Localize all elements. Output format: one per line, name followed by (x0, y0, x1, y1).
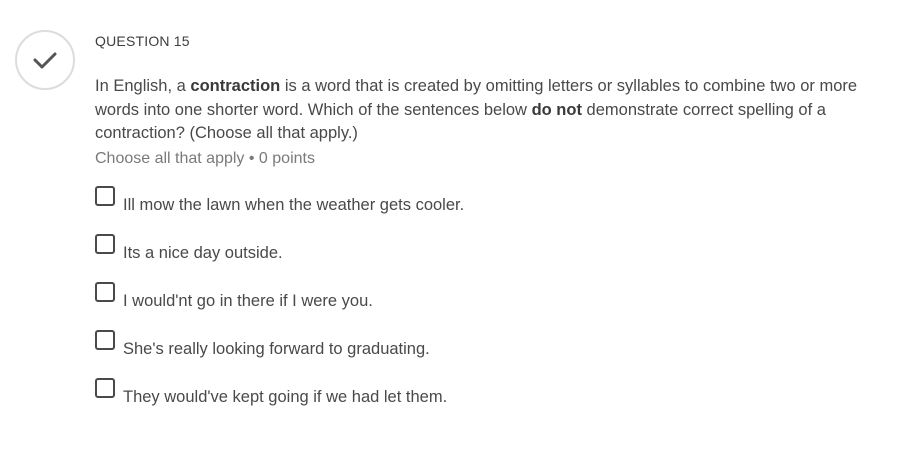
answer-checkbox[interactable] (95, 378, 115, 398)
answer-label[interactable]: Its a nice day outside. (123, 244, 283, 263)
checkmark-icon (33, 52, 57, 69)
answer-label[interactable]: Ill mow the lawn when the weather gets c… (123, 196, 464, 215)
answer-label[interactable]: I would'nt go in there if I were you. (123, 292, 373, 311)
question-card: QUESTION 15 In English, a contraction is… (0, 0, 907, 452)
answer-checkbox[interactable] (95, 186, 115, 206)
prompt-bold-term: contraction (190, 77, 281, 95)
prompt-text-1: In English, a (95, 77, 191, 95)
prompt-bold-negation: do not (531, 100, 582, 119)
answer-checkbox[interactable] (95, 330, 115, 350)
question-prompt: In English, a contraction is a word that… (95, 75, 885, 146)
question-meta: Choose all that apply • 0 points (95, 150, 315, 167)
answer-checkbox[interactable] (95, 234, 115, 254)
answer-label[interactable]: She's really looking forward to graduati… (123, 340, 430, 359)
answer-checkbox[interactable] (95, 282, 115, 302)
answer-label[interactable]: They would've kept going if we had let t… (123, 388, 447, 407)
question-status-indicator (15, 30, 75, 90)
question-number: QUESTION 15 (95, 33, 190, 49)
